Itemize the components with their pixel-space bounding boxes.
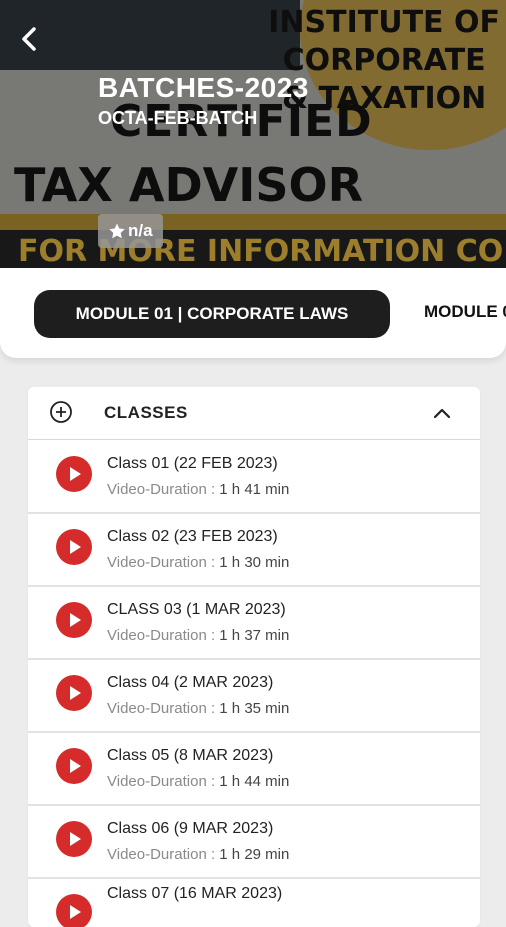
back-arrow-icon	[22, 27, 36, 51]
play-icon[interactable]	[56, 821, 92, 857]
play-icon[interactable]	[56, 748, 92, 784]
class-duration: Video-Duration : 1 h 37 min	[107, 627, 289, 644]
class-title: CLASS 03 (1 MAR 2023)	[107, 601, 286, 618]
duration-label: Video-Duration :	[107, 700, 220, 717]
classes-title: CLASSES	[104, 403, 188, 422]
star-icon	[109, 223, 125, 239]
class-title: Class 01 (22 FEB 2023)	[107, 455, 278, 472]
class-duration: Video-Duration : 1 h 35 min	[107, 700, 289, 717]
class-row[interactable]: CLASS 03 (1 MAR 2023) Video-Duration : 1…	[28, 586, 480, 660]
course-banner: INSTITUTE OF CORPORATE & TAXATION CERTIF…	[0, 0, 506, 272]
back-button[interactable]	[16, 22, 46, 56]
class-title: Class 06 (9 MAR 2023)	[107, 820, 274, 837]
class-duration: Video-Duration : 1 h 29 min	[107, 846, 289, 863]
class-row[interactable]: Class 06 (9 MAR 2023) Video-Duration : 1…	[28, 805, 480, 879]
page-title: BATCHES-2023	[98, 72, 309, 103]
classes-panel: CLASSES Class 01 (22 FEB 2023) Video-Dur…	[28, 387, 480, 927]
duration-label: Video-Duration :	[107, 481, 220, 498]
duration-value: 1 h 35 min	[219, 700, 290, 717]
rating-value: n/a	[128, 221, 153, 240]
class-duration: Video-Duration : 1 h 30 min	[107, 554, 289, 571]
class-duration: Video-Duration : 1 h 44 min	[107, 773, 289, 790]
tab-module-02[interactable]: MODULE 02	[424, 302, 506, 322]
class-title: Class 05 (8 MAR 2023)	[107, 747, 274, 764]
tab-module-01[interactable]: MODULE 01 | CORPORATE LAWS	[34, 290, 390, 338]
rating-badge: n/a	[98, 214, 163, 248]
play-icon[interactable]	[56, 675, 92, 711]
page-subtitle: OCTA-FEB-BATCH	[98, 108, 258, 128]
duration-label: Video-Duration :	[107, 554, 220, 571]
duration-value: 1 h 37 min	[219, 627, 290, 644]
class-title: Class 07 (16 MAR 2023)	[107, 885, 283, 902]
duration-value: 1 h 44 min	[219, 773, 290, 790]
duration-value: 1 h 29 min	[219, 846, 290, 863]
class-title: Class 02 (23 FEB 2023)	[107, 528, 278, 545]
duration-value: 1 h 41 min	[219, 481, 290, 498]
class-row[interactable]: Class 02 (23 FEB 2023) Video-Duration : …	[28, 513, 480, 587]
class-row[interactable]: Class 01 (22 FEB 2023) Video-Duration : …	[28, 440, 480, 514]
play-icon[interactable]	[56, 602, 92, 638]
class-row[interactable]: Class 05 (8 MAR 2023) Video-Duration : 1…	[28, 732, 480, 806]
class-row[interactable]: Class 07 (16 MAR 2023)	[28, 878, 480, 927]
duration-value: 1 h 30 min	[219, 554, 290, 571]
class-duration: Video-Duration : 1 h 41 min	[107, 481, 289, 498]
banner-overlay	[0, 0, 506, 272]
play-icon[interactable]	[56, 456, 92, 492]
class-title: Class 04 (2 MAR 2023)	[107, 674, 274, 691]
class-row[interactable]: Class 04 (2 MAR 2023) Video-Duration : 1…	[28, 659, 480, 733]
module-tabs: MODULE 01 | CORPORATE LAWS MODULE 02	[0, 268, 506, 358]
play-icon[interactable]	[56, 529, 92, 565]
plus-circle-icon	[50, 401, 72, 423]
chevron-up-icon[interactable]	[430, 403, 454, 423]
classes-header[interactable]: CLASSES	[28, 387, 480, 440]
duration-label: Video-Duration :	[107, 846, 220, 863]
duration-label: Video-Duration :	[107, 773, 220, 790]
duration-label: Video-Duration :	[107, 627, 220, 644]
play-icon[interactable]	[56, 894, 92, 927]
